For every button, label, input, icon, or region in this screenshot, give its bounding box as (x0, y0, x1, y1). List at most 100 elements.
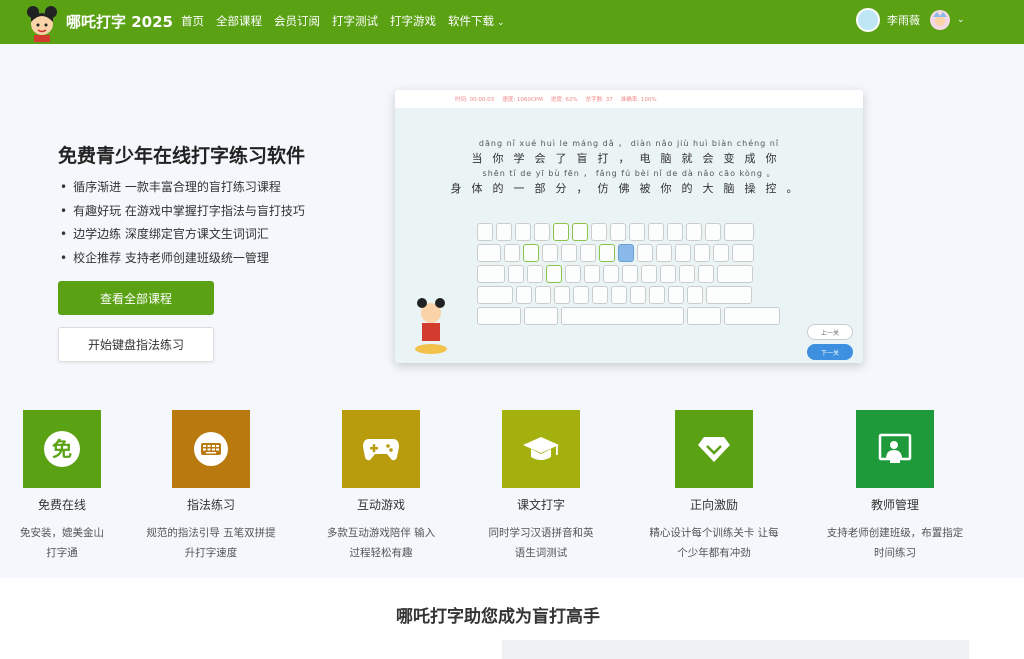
user-menu[interactable]: 李雨薇 ⌄ (856, 8, 965, 32)
teacher-icon (878, 433, 912, 463)
key (717, 265, 753, 283)
key (515, 223, 531, 241)
key (523, 307, 558, 325)
key (641, 265, 657, 283)
hero-title: 免费青少年在线打字练习软件 (58, 145, 306, 167)
preview-status-bar: 时间: 00:00:03 速度: 1060CPM 进度: 62% 总字数: 37… (395, 90, 863, 108)
feature-desc: 多款互动游戏陪伴 输入过程轻松有趣 (326, 527, 436, 559)
feature-icon-tile (675, 410, 753, 488)
nav-item-home[interactable]: 首页 (181, 13, 204, 29)
nav-item-software-download[interactable]: 软件下载 ⌄ (448, 13, 505, 29)
key (573, 286, 589, 304)
feature-card-free: 免 免费在线 免安装，媲美金山打字通 (0, 410, 147, 563)
hero-feature-list: 循序渐进 一款丰富合理的盲打练习课程 有趣好玩 在游戏中掌握打字指法与盲打技巧 … (60, 178, 305, 272)
key (535, 286, 551, 304)
feature-title: 课文打字 (516, 498, 565, 512)
key (599, 244, 615, 262)
feature-desc: 免安装，媲美金山打字通 (20, 527, 104, 559)
key (687, 307, 722, 325)
nav-item-membership[interactable]: 会员订阅 (274, 13, 320, 29)
key (611, 286, 627, 304)
preview-hanzi-line: 身体的一部分，仿佛被你的大脑操控。 (450, 182, 808, 195)
key (477, 223, 493, 241)
feature-desc: 支持老师创建班级，布置指定时间练习 (826, 527, 964, 559)
key (508, 265, 524, 283)
key (667, 223, 683, 241)
key (629, 223, 645, 241)
key (618, 244, 634, 262)
key (694, 244, 710, 262)
key (630, 286, 646, 304)
main-menu: 首页 全部课程 会员订阅 打字测试 打字游戏 软件下载 ⌄ (181, 13, 517, 29)
user-chevron-down-icon[interactable]: ⌄ (957, 15, 965, 25)
hero-bullet: 边学边练 深度绑定官方课文生词词汇 (60, 225, 305, 249)
key (523, 244, 539, 262)
user-name[interactable]: 李雨薇 (887, 12, 920, 28)
key (686, 223, 702, 241)
bottom-preview-box (502, 640, 969, 659)
key (724, 223, 754, 241)
key (591, 223, 607, 241)
nav-item-software-download-label: 软件下载 (448, 14, 494, 28)
preview-prev-level-button[interactable]: 上一关 (807, 324, 853, 340)
feature-desc: 规范的指法引导 五笔双拼提升打字速度 (146, 527, 276, 559)
nav-item-all-courses[interactable]: 全部课程 (216, 13, 262, 29)
chevron-down-icon: ⌄ (497, 18, 505, 28)
feature-icon-tile (342, 410, 420, 488)
preview-next-level-button[interactable]: 下一关 (807, 344, 853, 360)
keyboard-row (477, 265, 783, 283)
key (561, 244, 577, 262)
feature-title: 免费在线 (37, 498, 86, 512)
hero-bullet: 循序渐进 一款丰富合理的盲打练习课程 (60, 178, 305, 202)
preview-stat-progress: 进度: 62% (550, 97, 578, 103)
key (732, 244, 754, 262)
key (477, 307, 521, 325)
preview-stat-time: 时间: 00:00:03 (455, 97, 495, 103)
key (603, 265, 619, 283)
feature-desc: 同时学习汉语拼音和英语生词测试 (488, 527, 594, 559)
top-navbar: 哪吒打字 2025 首页 全部课程 会员订阅 打字测试 打字游戏 软件下载 ⌄ 李… (0, 0, 1024, 44)
key (610, 223, 626, 241)
key (622, 265, 638, 283)
keyboard-row (477, 244, 783, 262)
hero-bullet: 有趣好玩 在游戏中掌握打字指法与盲打技巧 (60, 202, 305, 226)
key (648, 223, 664, 241)
typing-app-preview: 时间: 00:00:03 速度: 1060CPM 进度: 62% 总字数: 37… (395, 90, 863, 363)
key (649, 286, 665, 304)
nav-item-typing-test[interactable]: 打字测试 (332, 13, 378, 29)
key (584, 265, 600, 283)
preview-stat-speed: 速度: 1060CPM (502, 97, 543, 103)
nav-item-typing-games[interactable]: 打字游戏 (390, 13, 436, 29)
brand-title[interactable]: 哪吒打字 2025 (66, 11, 173, 32)
start-fingering-practice-button[interactable]: 开始键盘指法练习 (58, 327, 214, 362)
preview-lesson-text: dāng nǐ xué huì le máng dǎ ， diàn nǎo ji… (395, 136, 863, 196)
feature-title: 正向激励 (689, 498, 738, 512)
feature-desc: 精心设计每个训练关卡 让每个少年都有冲劲 (649, 527, 779, 559)
key (592, 286, 608, 304)
preview-stat-accuracy: 准确率: 100% (620, 97, 657, 103)
key (504, 244, 520, 262)
key (660, 265, 676, 283)
gamepad-icon (363, 439, 399, 461)
user-avatar[interactable] (856, 8, 880, 32)
space-key (560, 307, 685, 325)
section-title: 哪吒打字助您成为盲打高手 (396, 607, 600, 627)
nezha-logo-icon[interactable] (22, 2, 62, 42)
svg-text:免: 免 (52, 437, 72, 461)
feature-title: 教师管理 (870, 498, 919, 512)
key (637, 244, 653, 262)
keyboard-row (477, 223, 783, 241)
view-all-courses-button[interactable]: 查看全部课程 (58, 281, 214, 315)
key (534, 223, 550, 241)
preview-keyboard (477, 223, 783, 333)
preview-pinyin-line: shēn tǐ de yī bù fēn ， fǎng fú bèi nǐ de… (482, 169, 776, 178)
key (580, 244, 596, 262)
preview-mascot-icon (415, 298, 447, 354)
feature-icon-tile (502, 410, 580, 488)
key (477, 244, 501, 262)
graduation-cap-icon (523, 437, 559, 460)
free-icon: 免 (44, 431, 80, 467)
key (656, 244, 672, 262)
keyboard-row (477, 286, 783, 304)
keyboard-row (477, 307, 783, 325)
